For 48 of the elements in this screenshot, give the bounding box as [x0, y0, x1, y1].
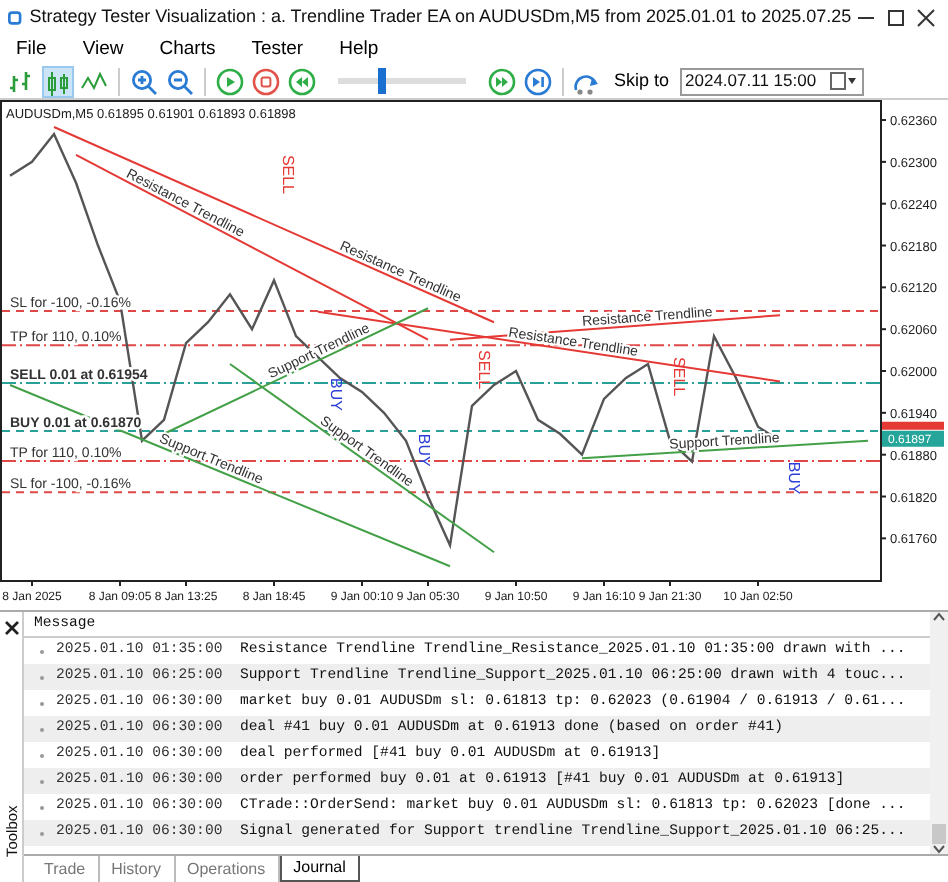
scrollbar-thumb[interactable]: [932, 824, 946, 844]
zoom-in-icon: [130, 67, 158, 95]
close-icon[interactable]: [3, 620, 19, 636]
scroll-down-icon[interactable]: [932, 844, 946, 854]
calendar-dropdown-icon[interactable]: [829, 72, 858, 90]
play-icon: [216, 67, 244, 95]
rewind-button[interactable]: [286, 65, 318, 97]
close-icon: [915, 8, 936, 28]
panel-tab[interactable]: History: [99, 856, 175, 882]
panel-tab[interactable]: Trade: [32, 856, 100, 882]
rewind-icon: [288, 67, 316, 95]
signal-label: SELL: [670, 357, 689, 397]
zoom-in-button[interactable]: [128, 65, 160, 97]
fast-forward-icon: [488, 67, 516, 95]
fast-forward-button[interactable]: [486, 65, 518, 97]
date-field[interactable]: 2024.07.11 15:00: [679, 67, 864, 95]
play-button[interactable]: [214, 65, 246, 97]
line-chart-icon: [80, 67, 108, 95]
signal-label: BUY: [327, 378, 346, 411]
maximize-icon: [885, 8, 906, 28]
stop-button[interactable]: [250, 65, 282, 97]
skip-to-end-button[interactable]: [522, 65, 554, 97]
zoom-out-icon: [166, 67, 194, 95]
menu-item[interactable]: Help: [335, 36, 383, 64]
stop-icon: [252, 67, 280, 95]
menu-item[interactable]: View: [78, 36, 128, 64]
speed-slider[interactable]: [338, 68, 466, 94]
menu-item[interactable]: Tester: [247, 36, 308, 64]
menu-item[interactable]: File: [12, 36, 51, 64]
panel-tab[interactable]: Journal: [279, 856, 360, 882]
signal-label: BUY: [784, 461, 803, 495]
price-marker: [882, 421, 944, 430]
signal-label: SELL: [474, 350, 493, 390]
candles-chart-icon: [44, 67, 72, 95]
app-icon: [8, 8, 22, 28]
bars-chart-icon: [8, 67, 36, 95]
chart-type-button[interactable]: [42, 65, 74, 97]
trendline[interactable]: [53, 126, 495, 324]
skip-to-end-icon: [524, 67, 552, 95]
trendline[interactable]: [9, 383, 451, 568]
skip-to-button[interactable]: Skip to: [614, 67, 670, 95]
slider-thumb[interactable]: [378, 68, 387, 94]
scroll-up-icon[interactable]: [932, 612, 946, 622]
signal-label: BUY: [415, 433, 434, 467]
zoom-out-button[interactable]: [164, 65, 196, 97]
window-title: Strategy Tester Visualization : a. Trendline Trader EA on AUDUSDm,M5 from 2025.01.01 to 2025.07.25: [29, 4, 852, 31]
signal-label: SELL: [278, 154, 297, 195]
menu-item[interactable]: Charts: [155, 36, 220, 64]
